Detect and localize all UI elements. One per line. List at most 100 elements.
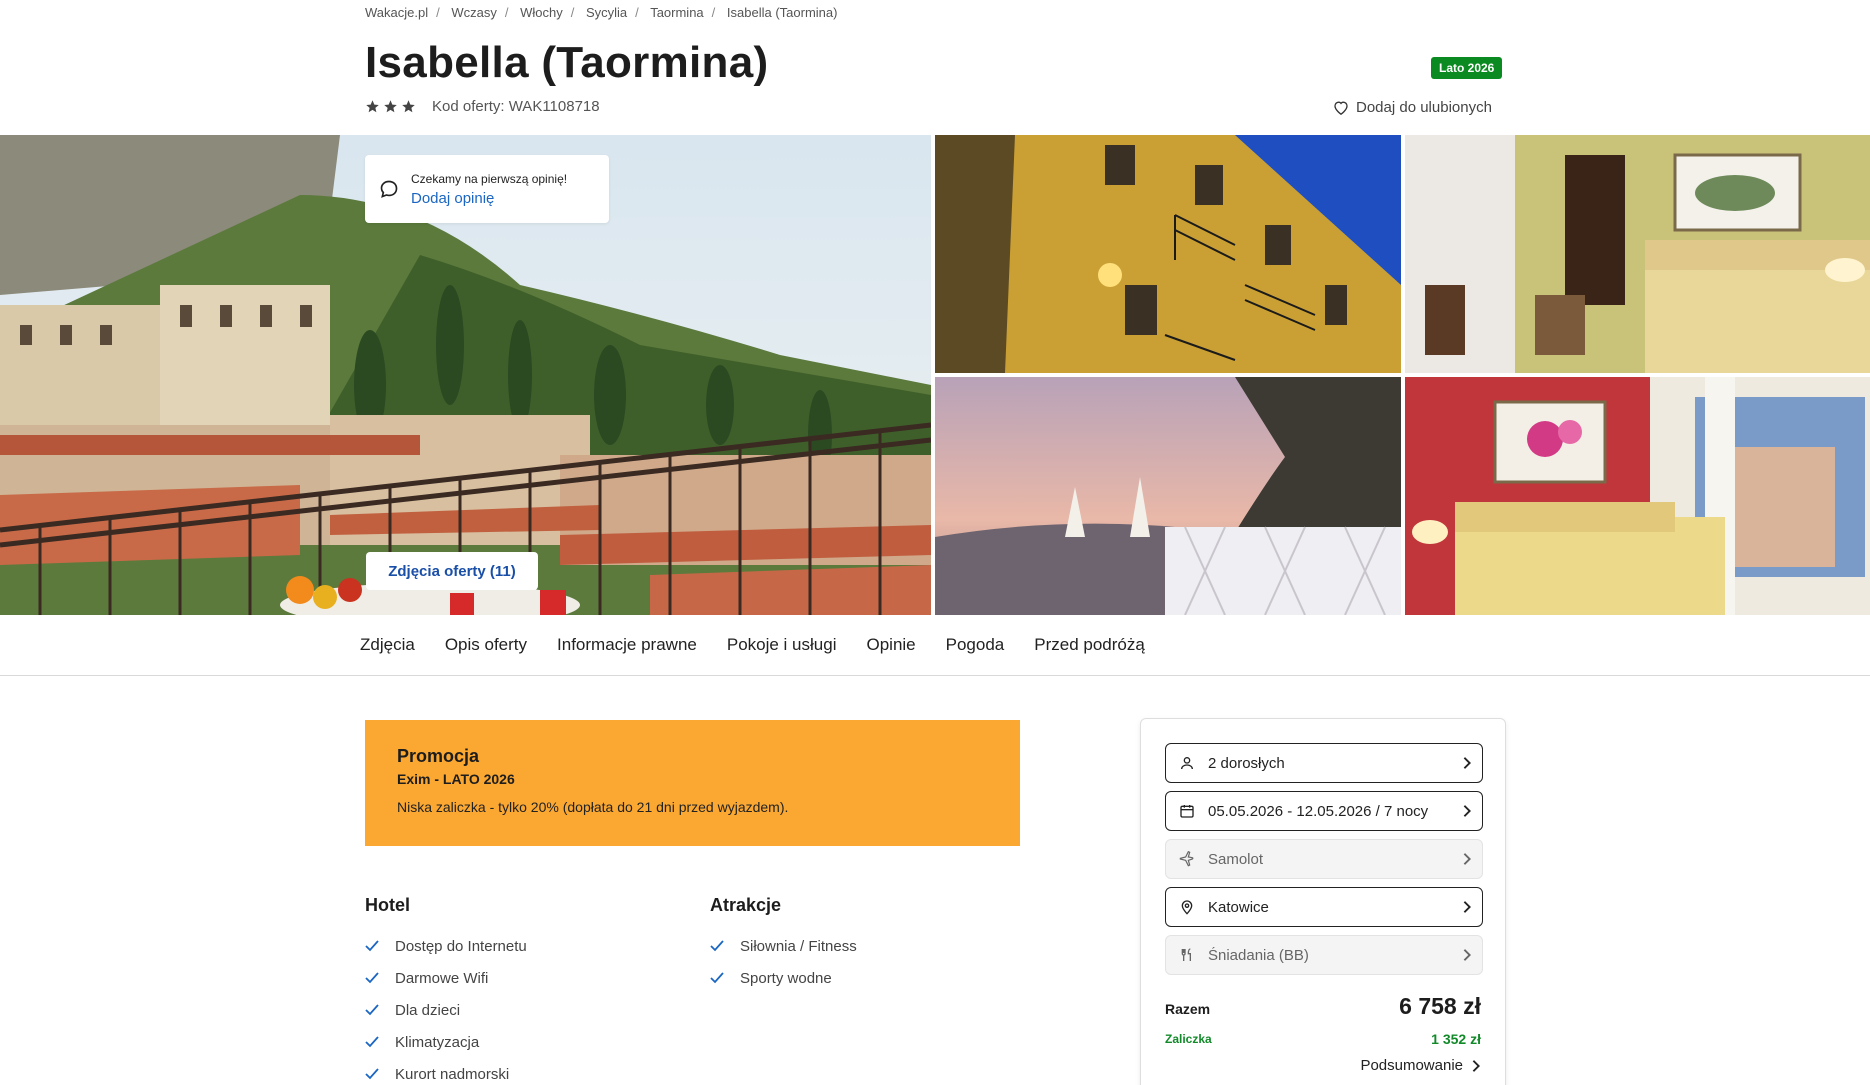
- feature-label: Darmowe Wifi: [395, 969, 489, 987]
- photo-bedroom-2[interactable]: [1405, 377, 1870, 615]
- summary-button[interactable]: Podsumowanie: [1360, 1057, 1481, 1074]
- tab-4[interactable]: Opinie: [866, 635, 915, 655]
- promo-banner: Promocja Exim - LATO 2026 Niska zaliczka…: [365, 720, 1020, 846]
- breadcrumb-separator: /: [570, 5, 575, 20]
- speech-bubble-icon: [380, 180, 398, 198]
- feature-item: Sporty wodne: [710, 962, 857, 994]
- checkmark-icon: [365, 1036, 379, 1048]
- heart-icon: [1334, 101, 1348, 115]
- breadcrumb-link-taormina[interactable]: Taormina: [650, 5, 703, 20]
- chevron-right-icon: [1452, 756, 1482, 770]
- attractions-features: Atrakcje Siłownia / Fitness Sporty wodne: [710, 895, 857, 994]
- photo-bedroom-1[interactable]: [1405, 135, 1870, 373]
- hotel-features-list: Dostęp do Internetu Darmowe Wifi Dla dziec…: [365, 930, 527, 1085]
- feature-item: Klimatyzacja: [365, 1026, 527, 1058]
- review-waiting-text: Czekamy na pierwszą opinię!: [411, 171, 568, 186]
- total-label: Razem: [1165, 1001, 1211, 1017]
- deposit-label: Zaliczka: [1165, 1032, 1212, 1046]
- tabs-divider: [0, 675, 1870, 676]
- hotel-features: Hotel Dostęp do Internetu Darmowe Wifi Dla…: [365, 895, 527, 1085]
- booking-option-2[interactable]: Samolot: [1165, 839, 1483, 879]
- photo-hotel-facade[interactable]: [935, 135, 1401, 373]
- booking-option-1[interactable]: 05.05.2026 - 12.05.2026 / 7 nocy: [1165, 791, 1483, 831]
- attractions-list: Siłownia / Fitness Sporty wodne: [710, 930, 857, 994]
- promo-title: Promocja: [397, 746, 480, 766]
- summary-label: Podsumowanie: [1360, 1057, 1463, 1074]
- attractions-title: Atrakcje: [710, 895, 782, 915]
- booking-option-label: 05.05.2026 - 12.05.2026 / 7 nocy: [1208, 802, 1429, 820]
- hotel-meta: Kod oferty: WAK1108718: [365, 98, 600, 115]
- section-tabs: Zdjęcia Opis oferty Informacje prawne Pokoj…: [360, 615, 1175, 675]
- add-review-link[interactable]: Dodaj opinię: [411, 190, 567, 207]
- booking-option-label: Samolot: [1208, 850, 1264, 868]
- chevron-right-icon: [1452, 900, 1482, 914]
- booking-option-label: Katowice: [1208, 898, 1269, 916]
- fork-knife-icon: [1178, 946, 1196, 964]
- offer-code: Kod oferty: WAK1108718: [432, 98, 600, 115]
- checkmark-icon: [365, 972, 379, 984]
- breadcrumb-separator: /: [436, 5, 440, 20]
- promo-subtitle: Exim - LATO 2026: [397, 771, 515, 787]
- feature-label: Kurort nadmorski: [395, 1065, 510, 1083]
- chevron-right-icon: [1452, 804, 1482, 818]
- breadcrumb-current: Isabella (Taormina): [726, 5, 838, 20]
- tab-0[interactable]: Zdjęcia: [360, 635, 415, 655]
- feature-label: Siłownia / Fitness: [740, 937, 857, 955]
- booking-option-0[interactable]: 2 dorosłych: [1165, 743, 1483, 783]
- photo-gallery: Czekamy na pierwszą opinię! Dodaj opinię…: [0, 135, 1870, 615]
- checkmark-icon: [365, 1068, 379, 1080]
- feature-label: Dostęp do Internetu: [395, 937, 527, 955]
- checkmark-icon: [365, 1004, 379, 1016]
- star-icon: [402, 100, 415, 113]
- checkmark-icon: [710, 972, 724, 984]
- plane-icon: [1178, 850, 1196, 868]
- chevron-right-icon: [1452, 852, 1482, 866]
- breadcrumb-link-wlochy[interactable]: Włochy: [520, 5, 563, 20]
- booking-option-label: 2 dorosłych: [1208, 754, 1285, 772]
- feature-item: Kurort nadmorski: [365, 1058, 527, 1085]
- add-to-favorites-button[interactable]: Dodaj do ulubionych: [1333, 99, 1492, 116]
- feature-label: Dla dzieci: [395, 1001, 461, 1019]
- feature-item: Siłownia / Fitness: [710, 930, 857, 962]
- feature-item: Dla dzieci: [365, 994, 527, 1026]
- total-price: 6 758 zł: [1399, 993, 1481, 1019]
- feature-item: Dostęp do Internetu: [365, 930, 527, 962]
- breadcrumb-link-sycylia[interactable]: Sycylia: [586, 5, 627, 20]
- tab-6[interactable]: Przed podróżą: [1034, 635, 1145, 655]
- feature-item: Darmowe Wifi: [365, 962, 527, 994]
- review-prompt-card: Czekamy na pierwszą opinię! Dodaj opinię: [365, 155, 609, 223]
- promo-description: Niska zaliczka - tylko 20% (dopłata do 2…: [397, 799, 789, 815]
- photo-terrace-sunset[interactable]: [935, 377, 1401, 615]
- booking-option-label: Śniadania (BB): [1208, 946, 1309, 964]
- season-badge: Lato 2026: [1431, 57, 1503, 79]
- tab-1[interactable]: Opis oferty: [445, 635, 527, 655]
- feature-label: Sporty wodne: [740, 969, 832, 987]
- deposit-price: 1 352 zł: [1431, 1031, 1481, 1047]
- booking-option-3[interactable]: Katowice: [1165, 887, 1483, 927]
- breadcrumb-link-wczasy[interactable]: Wczasy: [451, 5, 497, 20]
- checkmark-icon: [365, 940, 379, 952]
- star-rating: [365, 99, 416, 114]
- booking-panel: 2 dorosłych 05.05.2026 - 12.05.2026 / 7 n…: [1140, 718, 1506, 1085]
- location-pin-icon: [1178, 898, 1196, 916]
- checkmark-icon: [710, 940, 724, 952]
- breadcrumb-separator: /: [635, 5, 639, 20]
- tab-2[interactable]: Informacje prawne: [557, 635, 697, 655]
- star-icon: [384, 100, 397, 113]
- star-icon: [366, 100, 379, 113]
- feature-label: Klimatyzacja: [395, 1033, 480, 1051]
- booking-option-4[interactable]: Śniadania (BB): [1165, 935, 1483, 975]
- breadcrumb-separator: /: [711, 5, 716, 20]
- offer-photos-button[interactable]: Zdjęcia oferty (11): [366, 552, 538, 590]
- breadcrumb: Wakacje.pl / Wczasy / Włochy / Sycylia / Tao…: [365, 5, 837, 20]
- person-icon: [1178, 754, 1196, 772]
- tab-3[interactable]: Pokoje i usługi: [727, 635, 837, 655]
- breadcrumb-separator: /: [504, 5, 509, 20]
- breadcrumb-link-home[interactable]: Wakacje.pl: [365, 5, 428, 20]
- tab-5[interactable]: Pogoda: [946, 635, 1005, 655]
- page-title: Isabella (Taormina): [365, 38, 769, 87]
- favorite-label: Dodaj do ulubionych: [1356, 99, 1492, 116]
- chevron-right-icon: [1472, 1059, 1480, 1072]
- chevron-right-icon: [1452, 948, 1482, 962]
- calendar-icon: [1178, 802, 1196, 820]
